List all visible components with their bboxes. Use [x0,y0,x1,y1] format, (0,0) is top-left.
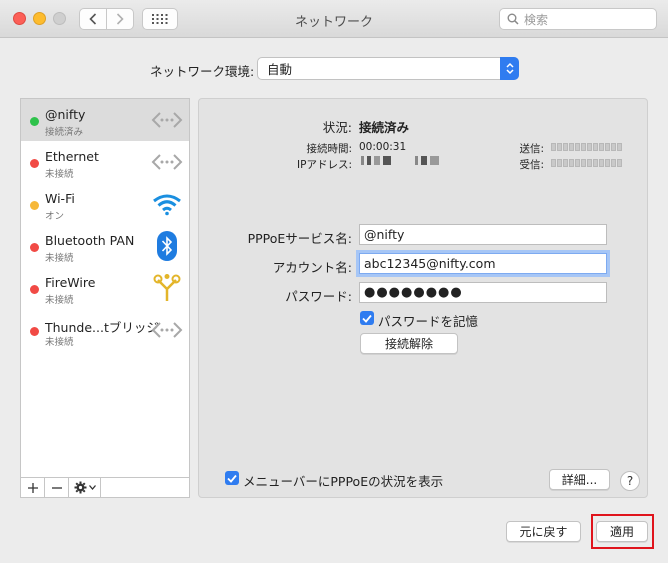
service-name: Wi-Fi [45,191,75,206]
service-item-ethernet[interactable]: Ethernet 未接続 [21,141,189,183]
show-status-in-menubar-checkbox[interactable] [225,471,239,485]
remember-password-label: パスワードを記憶 [378,314,479,329]
service-status: 接続済み [45,127,84,138]
status-dot-disconnected [30,327,39,336]
account-name-input[interactable]: abc12345@nifty.com [359,253,607,274]
service-item-thunderbolt-bridge[interactable]: Thunde...tブリッジ 未接続 [21,309,189,351]
location-label: ネットワーク環境: [150,64,255,79]
service-name: FireWire [45,275,96,290]
search-icon [507,13,519,25]
status-value: 接続済み [359,120,410,135]
gear-icon [74,481,86,494]
status-dot-connected [30,117,39,126]
apply-button[interactable]: 適用 [596,521,648,542]
service-detail-panel: 状況: 接続済み 接続時間: 00:00:31 IPアドレス: 送信: 受信: … [198,98,648,498]
status-dot-on [30,201,39,210]
password-label: パスワード: [285,289,352,304]
select-arrows-icon [500,57,519,80]
wifi-icon [151,189,183,219]
sent-activity-meter [551,143,622,151]
service-item-nifty[interactable]: @nifty 接続済み [21,99,189,141]
search-field[interactable]: 検索 [499,8,657,30]
service-status: 未接続 [45,295,74,306]
account-name-value: abc12345@nifty.com [364,256,496,271]
pppoe-service-name-value: @nifty [364,227,405,242]
add-service-button[interactable] [21,478,45,497]
service-name: Ethernet [45,149,99,164]
search-placeholder: 検索 [524,12,549,27]
thunderbolt-bridge-icon [151,315,183,345]
show-status-in-menubar-label: メニューバーにPPPoEの状況を表示 [243,474,444,489]
plus-icon [27,482,38,493]
advanced-button[interactable]: 詳細... [549,469,610,490]
help-button[interactable]: ? [620,471,640,491]
minus-icon [51,486,62,489]
service-list: @nifty 接続済み Ethernet 未接続 Wi-Fi オン Blueto… [20,98,190,498]
status-dot-disconnected [30,243,39,252]
account-name-label: アカウント名: [272,260,352,275]
status-label: 状況: [322,120,352,135]
checkmark-icon [227,474,237,483]
service-status: オン [45,211,65,222]
remove-service-button[interactable] [45,478,69,497]
service-list-toolbar [21,477,189,497]
ethernet-icon [151,147,183,177]
remember-password-checkbox[interactable] [360,311,374,325]
bluetooth-icon [151,231,183,261]
password-input[interactable]: ●●●●●●●● [359,282,607,303]
service-item-bluetooth-pan[interactable]: Bluetooth PAN 未接続 [21,225,189,267]
firewire-icon [151,273,183,303]
sent-label: 送信: [519,143,544,155]
pppoe-service-name-label: PPPoEサービス名: [247,231,352,246]
revert-button[interactable]: 元に戻す [506,521,581,542]
password-value: ●●●●●●●● [364,285,463,300]
status-dot-disconnected [30,159,39,168]
disconnect-button[interactable]: 接続解除 [360,333,458,354]
location-value: 自動 [267,62,293,77]
service-status: 未接続 [45,337,74,348]
service-status: 未接続 [45,253,74,264]
received-label: 受信: [519,159,544,171]
status-dot-disconnected [30,285,39,294]
chevron-down-icon [88,485,96,490]
ip-address-redacted [361,156,439,165]
connect-time-label: 接続時間: [306,143,352,155]
service-item-wifi[interactable]: Wi-Fi オン [21,183,189,225]
ip-address-label: IPアドレス: [297,159,352,171]
service-status: 未接続 [45,169,74,180]
title-bar: ネットワーク 検索 [0,0,668,38]
checkmark-icon [362,314,372,323]
ppp-icon [151,105,183,135]
service-name: Bluetooth PAN [45,233,135,248]
service-name: @nifty [45,107,86,122]
action-menu-button[interactable] [69,478,101,497]
connect-time-value: 00:00:31 [359,141,407,153]
received-activity-meter [551,159,622,167]
pppoe-service-name-input[interactable]: @nifty [359,224,607,245]
location-select[interactable]: 自動 [257,57,519,80]
service-item-firewire[interactable]: FireWire 未接続 [21,267,189,309]
